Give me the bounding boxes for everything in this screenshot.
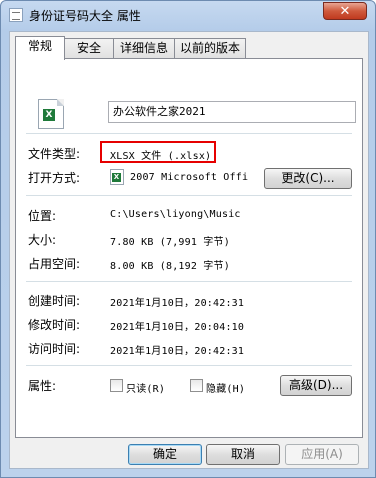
close-button[interactable]: ✕ [323,2,367,20]
size-value: 7.80 KB (7,991 字节) [110,237,230,248]
filename-input[interactable]: 办公软件之家2021 [108,101,356,123]
dialog-client-area: 常规 安全 详细信息 以前的版本 X 办公软件之家2021 文件类型: XLSX… [9,31,369,469]
title-bar[interactable]: 身份证号码大全 属性 ✕ [1,1,375,29]
size-on-disk-label: 占用空间: [28,257,81,271]
open-with-label: 打开方式: [28,171,81,185]
cancel-button[interactable]: 取消 [206,444,280,465]
modified-label: 修改时间: [28,318,81,332]
divider [26,281,352,282]
apply-button[interactable]: 应用(A) [285,444,359,465]
created-value: 2021年1月10日，20:42:31 [110,298,245,309]
file-type-label: 文件类型: [28,147,81,161]
modified-value: 2021年1月10日，20:04:10 [110,322,245,333]
created-label: 创建时间: [28,294,81,308]
divider [26,133,352,134]
ok-button[interactable]: 确定 [128,444,202,465]
accessed-value: 2021年1月10日，20:42:31 [110,346,245,357]
advanced-button[interactable]: 高级(D)... [280,375,352,396]
tab-general[interactable]: 常规 [15,36,65,60]
tab-previous-versions[interactable]: 以前的版本 [174,38,246,58]
change-button[interactable]: 更改(C)... [264,168,352,189]
hidden-checkbox[interactable] [190,379,203,392]
divider [26,365,352,366]
attributes-label: 属性: [28,379,57,393]
tab-details[interactable]: 详细信息 [113,38,175,58]
window-title: 身份证号码大全 属性 [29,9,141,23]
hidden-label[interactable]: 隐藏(H) [206,380,245,395]
tab-security[interactable]: 安全 [64,38,114,58]
general-tab-panel: X 办公软件之家2021 文件类型: XLSX 文件 (.xlsx) 打开方式:… [15,58,363,438]
location-label: 位置: [28,209,57,223]
excel-app-icon: X [110,169,124,185]
properties-window: 身份证号码大全 属性 ✕ 常规 安全 详细信息 以前的版本 X 办公软件之家20… [0,0,376,478]
divider [26,195,352,196]
readonly-checkbox[interactable] [110,379,123,392]
highlight-box [100,141,216,163]
readonly-label[interactable]: 只读(R) [126,380,165,395]
size-on-disk-value: 8.00 KB (8,192 字节) [110,261,230,272]
open-with-value: 2007 Microsoft Offi [130,172,249,183]
document-icon [9,8,23,22]
size-label: 大小: [28,233,57,247]
accessed-label: 访问时间: [28,342,81,356]
excel-file-icon: X [38,99,64,129]
location-value: C:\Users\liyong\Music [110,209,241,220]
